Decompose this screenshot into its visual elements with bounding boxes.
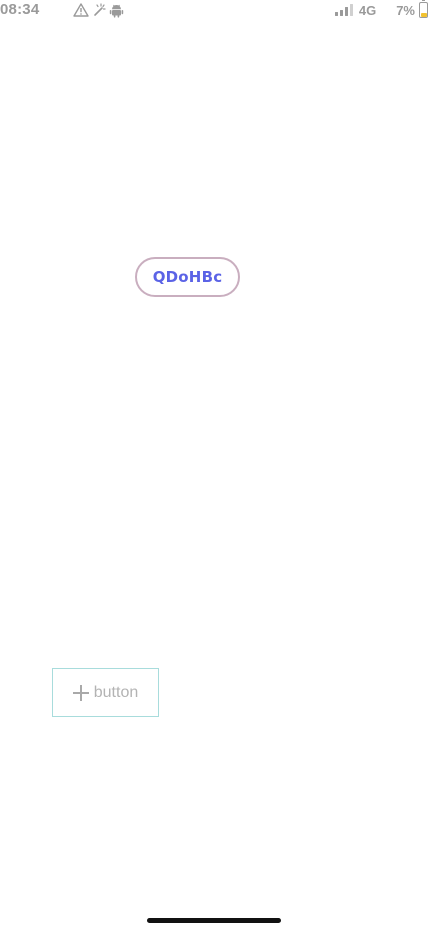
status-right: 4G 7%: [334, 0, 428, 19]
status-time: 08:34: [0, 1, 40, 18]
notification-icons: [73, 2, 124, 18]
network-label: 4G: [358, 2, 377, 18]
magic-wand-icon: [94, 3, 106, 16]
qdohbc-button-label: QDoHBc: [152, 268, 223, 286]
add-button[interactable]: button: [52, 668, 159, 717]
battery-fill: [420, 13, 427, 17]
add-button-label: button: [93, 683, 139, 701]
android-icon: [109, 4, 124, 18]
plus-icon: [72, 684, 89, 701]
battery-percent: 7%: [396, 2, 415, 18]
qdohbc-button[interactable]: QDoHBc: [135, 257, 240, 297]
signal-icon: [334, 4, 353, 16]
status-bar: 08:34 4G 7%: [0, 0, 428, 24]
warning-icon: [73, 3, 89, 17]
home-indicator[interactable]: [147, 918, 281, 923]
battery-icon: [419, 0, 428, 18]
